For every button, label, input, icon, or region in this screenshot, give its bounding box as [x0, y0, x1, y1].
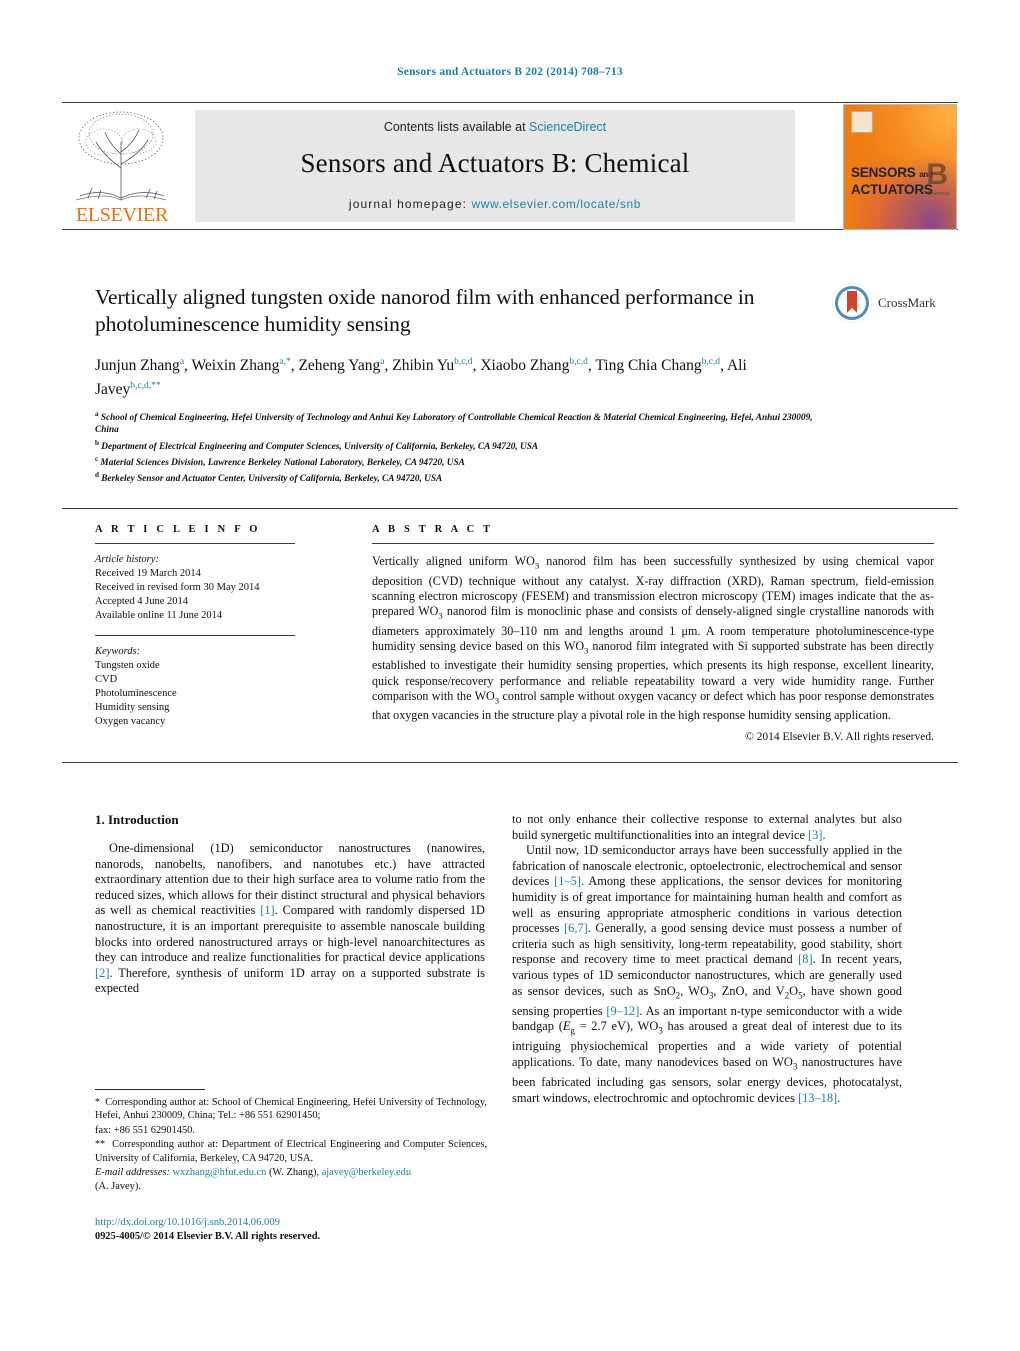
footnote-rule	[95, 1089, 205, 1090]
corresponding-author-note-2: ** Corresponding author at: Department o…	[95, 1139, 487, 1164]
history-item: Accepted 4 June 2014	[95, 596, 189, 607]
body-paragraph: Until now, 1D semiconductor arrays have …	[512, 843, 902, 1105]
elsevier-wordmark: ELSEVIER	[75, 204, 169, 226]
affiliation-item: c Material Sciences Division, Lawrence B…	[95, 454, 465, 468]
footnote-block: * Corresponding author at: School of Che…	[95, 1096, 487, 1195]
footer-identifiers: http://dx.doi.org/10.1016/j.snb.2014.06.…	[95, 1216, 495, 1244]
sciencedirect-link[interactable]: ScienceDirect	[529, 120, 606, 134]
contents-available-line: Contents lists available at ScienceDirec…	[195, 120, 795, 134]
abstract-text: Vertically aligned uniform WO3 nanorod f…	[372, 554, 935, 723]
article-info-heading: A R T I C L E I N F O	[95, 524, 261, 535]
history-item: Available online 11 June 2014	[95, 610, 223, 621]
page-title: Vertically aligned tungsten oxide nanoro…	[95, 285, 755, 336]
cover-volume-subtitle: Chemical	[927, 191, 950, 197]
running-head: Sensors and Actuators B 202 (2014) 708–7…	[397, 66, 623, 78]
title-block: Vertically aligned tungsten oxide nanoro…	[95, 284, 815, 400]
body-paragraph: One-dimensional (1D) semiconductor nanos…	[95, 841, 485, 996]
crossmark-circle-icon	[832, 283, 872, 323]
masthead-bottom-rule	[62, 229, 958, 230]
keywords-rule	[95, 635, 295, 636]
keyword-item: CVD	[95, 674, 118, 685]
masthead-center: Contents lists available at ScienceDirec…	[195, 110, 795, 222]
affiliation-item: d Berkeley Sensor and Actuator Center, U…	[95, 471, 443, 485]
journal-title: Sensors and Actuators B: Chemical	[300, 148, 690, 178]
keywords-block: Keywords: Tungsten oxide CVD Photolumine…	[95, 645, 327, 729]
cover-elsevier-mark-icon	[851, 111, 873, 133]
author-list: Junjun Zhanga, Weixin Zhanga,*, Zeheng Y…	[95, 357, 747, 399]
article-info-rule	[95, 543, 295, 544]
body-paragraph: to not only enhance their collective res…	[512, 812, 902, 842]
abstract-heading: A B S T R A C T	[372, 524, 494, 535]
affiliation-item: b Department of Electrical Engineering a…	[95, 438, 539, 452]
cover-volume-letter: B	[926, 158, 948, 191]
abstract-column: A B S T R A C T Vertically aligned unifo…	[372, 524, 934, 743]
doi-link[interactable]: http://dx.doi.org/10.1016/j.snb.2014.06.…	[95, 1216, 495, 1230]
crossmark-badge[interactable]: CrossMark	[832, 283, 944, 327]
keywords-label: Keywords:	[95, 646, 141, 657]
journal-homepage-line: journal homepage: www.elsevier.com/locat…	[195, 197, 795, 211]
info-section-bottom-rule	[62, 762, 958, 763]
article-info-column: A R T I C L E I N F O Article history: R…	[95, 524, 327, 729]
crossmark-label: CrossMark	[878, 295, 936, 310]
article-history-label: Article history:	[95, 554, 159, 565]
info-section-top-rule	[62, 508, 958, 509]
journal-masthead: ELSEVIER Contents lists available at Sci…	[62, 102, 958, 230]
keyword-item: Tungsten oxide	[95, 660, 160, 671]
corresponding-author-fax: fax: +86 551 62901450.	[95, 1124, 195, 1136]
paper-page: Sensors and Actuators B 202 (2014) 708–7…	[0, 0, 1020, 1351]
keyword-item: Humidity sensing	[95, 702, 170, 713]
keyword-item: Oxygen vacancy	[95, 716, 166, 727]
crossmark-bookmark-icon	[847, 291, 857, 313]
masthead-top-rule	[62, 102, 958, 103]
history-item: Received in revised form 30 May 2014	[95, 582, 260, 593]
cover-line2: ACTUATORS	[851, 182, 933, 197]
body-right-column: to not only enhance their collective res…	[512, 812, 902, 1106]
history-item: Received 19 March 2014	[95, 568, 201, 579]
article-history-block: Article history: Received 19 March 2014 …	[95, 553, 327, 623]
contents-prefix: Contents lists available at	[383, 120, 530, 134]
affiliation-item: a School of Chemical Engineering, Hefei …	[95, 410, 813, 436]
cover-title-text: SENSORS and ACTUATORS	[851, 165, 933, 197]
elsevier-tree-logo: ELSEVIER	[66, 108, 176, 226]
elsevier-tree-svg	[75, 111, 167, 201]
abstract-copyright: © 2014 Elsevier B.V. All rights reserved…	[745, 730, 934, 743]
body-left-column: 1. Introduction One-dimensional (1D) sem…	[95, 812, 485, 997]
crossmark-inner-circle	[838, 289, 866, 317]
homepage-label: journal homepage:	[348, 197, 468, 211]
homepage-url-link[interactable]: www.elsevier.com/locate/snb	[471, 197, 641, 211]
cover-line1: SENSORS	[851, 165, 916, 180]
email-addresses-note[interactable]: E-mail addresses: wxzhang@hfut.edu.cn (W…	[95, 1166, 487, 1179]
section-heading-introduction: 1. Introduction	[95, 812, 179, 827]
keyword-item: Photoluminescence	[95, 688, 177, 699]
affiliation-list: a School of Chemical Engineering, Hefei …	[95, 408, 835, 485]
issn-copyright-line: 0925-4005/© 2014 Elsevier B.V. All right…	[95, 1231, 321, 1242]
email-addresses-tail: (A. Javey).	[95, 1181, 141, 1193]
corresponding-author-note-1: * Corresponding author at: School of Che…	[95, 1097, 487, 1122]
abstract-rule	[372, 543, 934, 544]
journal-cover-thumbnail: SENSORS and ACTUATORS B Chemical	[843, 104, 957, 230]
